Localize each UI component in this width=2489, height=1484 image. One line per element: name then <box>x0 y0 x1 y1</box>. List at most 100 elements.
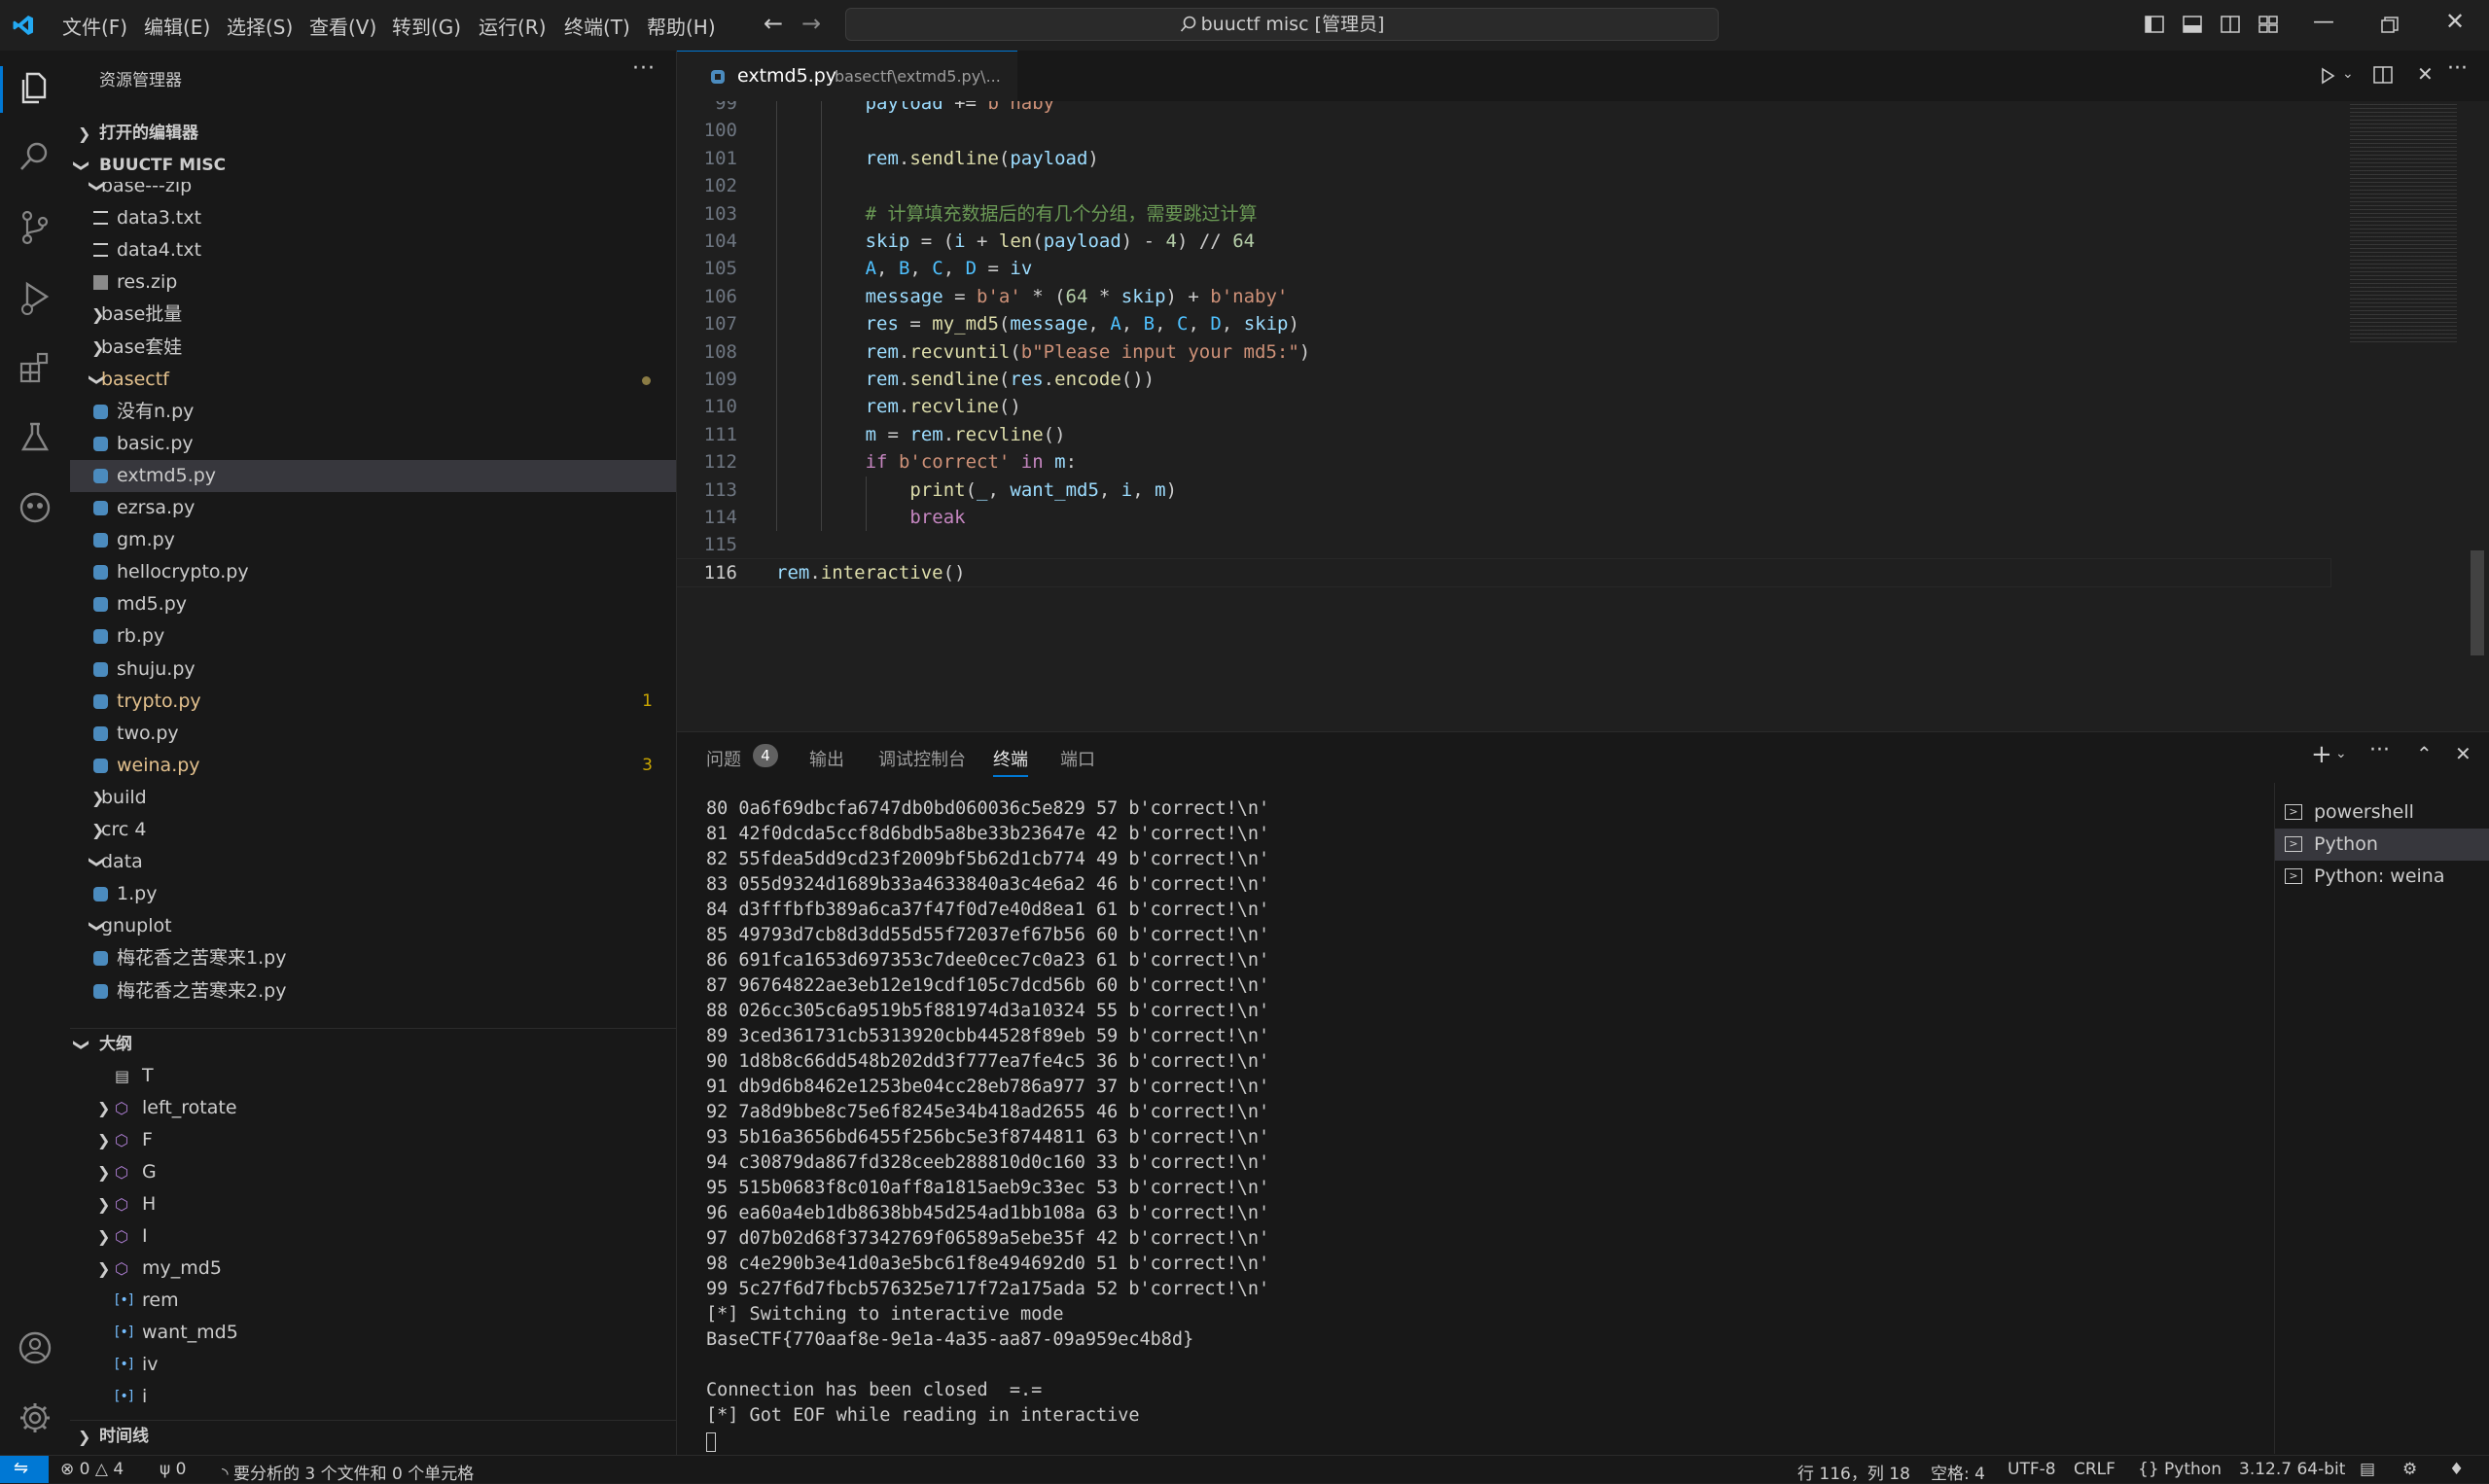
tree-item[interactable]: 1.py <box>70 878 676 910</box>
panel-more-actions-icon[interactable]: ··· <box>2369 738 2390 762</box>
terminal-instance[interactable]: > Python: weina <box>2275 861 2489 893</box>
tree-item[interactable]: ❯ crc 4 <box>70 814 676 846</box>
tree-item[interactable]: 梅花香之苦寒来1.py <box>70 942 676 974</box>
outline-item[interactable]: ❯ ⬡ G <box>70 1156 676 1188</box>
settings-gear-icon[interactable] <box>14 1396 56 1439</box>
tree-item[interactable]: rb.py <box>70 620 676 653</box>
tab-ports[interactable]: 端口 <box>1060 746 1095 771</box>
tab-problems[interactable]: 问题 <box>706 746 741 771</box>
explorer-icon[interactable] <box>14 66 56 109</box>
run-file-icon[interactable] <box>2319 67 2336 85</box>
menu-view[interactable]: 查看(V) <box>309 12 376 40</box>
code-editor[interactable]: 99 payload += b'naby' 100 101 rem.sendline(p… <box>677 101 2489 731</box>
remote-explorer-icon[interactable] <box>14 486 56 529</box>
outline-item[interactable]: ❯ ⬡ H <box>70 1188 676 1220</box>
restore-icon[interactable] <box>2381 17 2399 34</box>
tree-item[interactable]: gm.py <box>70 524 676 556</box>
open-editors-section[interactable]: ❯ 打开的编辑器 <box>70 118 676 150</box>
outline-item[interactable]: [•] i <box>70 1381 676 1410</box>
tree-item[interactable]: two.py <box>70 718 676 750</box>
timeline-section[interactable]: ❯ 时间线 <box>70 1420 676 1453</box>
toggle-primary-sidebar-icon[interactable] <box>2145 16 2164 33</box>
outline-item[interactable]: [•] rem <box>70 1285 676 1317</box>
tree-item[interactable]: ❯ base---zip <box>70 182 676 202</box>
menu-edit[interactable]: 编辑(E) <box>144 12 210 40</box>
tree-item[interactable]: ❯ base套娃 <box>70 332 676 364</box>
tab-extmd5[interactable]: extmd5.py basectf\extmd5.py\... <box>677 51 1017 101</box>
source-control-icon[interactable] <box>14 206 56 249</box>
tab-terminal[interactable]: 终端 <box>993 746 1028 771</box>
extensions-icon[interactable] <box>14 346 56 389</box>
menu-file[interactable]: 文件(F) <box>62 12 127 40</box>
editor-more-actions-icon[interactable]: ··· <box>2447 56 2468 81</box>
outline-item[interactable]: ▤ T <box>70 1060 676 1092</box>
analysis-status[interactable]: ◝ 要分析的 3 个文件和 0 个单元格 <box>222 1460 474 1484</box>
search-view-icon[interactable] <box>14 136 56 179</box>
editor-scrollbar[interactable] <box>2471 550 2484 655</box>
tree-item[interactable]: weina.py 3 <box>70 750 676 782</box>
tree-item[interactable]: ❯ gnuplot <box>70 910 676 942</box>
interpreter-status[interactable]: 3.12.7 64-bit <box>2239 1460 2345 1479</box>
outline-item[interactable]: ❯ ⬡ F <box>70 1124 676 1156</box>
run-dropdown-chevron-icon[interactable]: ⌄ <box>2342 66 2354 82</box>
tree-item[interactable]: trypto.py 1 <box>70 686 676 718</box>
new-terminal-icon[interactable]: + <box>2311 740 2332 769</box>
more-actions-icon[interactable]: ··· <box>632 56 656 81</box>
notebook-icon[interactable]: ▤ <box>2360 1460 2375 1479</box>
tree-item[interactable]: 没有n.py <box>70 396 676 428</box>
outline-section[interactable]: ❯ 大纲 <box>70 1028 676 1061</box>
command-center-search[interactable]: buuctf misc [管理员] <box>845 8 1719 41</box>
notifications-bell-icon[interactable]: ♦ <box>2449 1460 2464 1479</box>
language-status[interactable]: {} Python <box>2138 1460 2222 1479</box>
menu-selection[interactable]: 选择(S) <box>227 12 293 40</box>
outline-item[interactable]: ❯ ⬡ I <box>70 1220 676 1253</box>
tree-item[interactable]: data4.txt <box>70 234 676 266</box>
cursor-position[interactable]: 行 116，列 18 <box>1797 1460 1910 1484</box>
tree-item[interactable]: ❯ build <box>70 782 676 814</box>
remote-indicator[interactable]: ⇋ <box>0 1456 49 1483</box>
menu-run[interactable]: 运行(R) <box>479 12 547 40</box>
accounts-icon[interactable] <box>14 1326 56 1369</box>
tree-item[interactable]: shuju.py <box>70 654 676 686</box>
toggle-panel-icon[interactable] <box>2183 16 2202 33</box>
testing-flask-icon[interactable] <box>14 416 56 459</box>
tree-item[interactable]: ❯ base批量 <box>70 299 676 331</box>
close-panel-icon[interactable]: ✕ <box>2455 742 2471 765</box>
terminal-dropdown-chevron-icon[interactable]: ⌄ <box>2335 746 2347 761</box>
customize-layout-icon[interactable] <box>2258 16 2278 33</box>
outline-item[interactable]: ❯ ⬡ left_rotate <box>70 1092 676 1124</box>
outline-item[interactable]: [•] want_md5 <box>70 1317 676 1349</box>
tree-item[interactable]: 梅花香之苦寒来2.py <box>70 975 676 1007</box>
tree-item[interactable]: md5.py <box>70 588 676 620</box>
copilot-icon[interactable]: ⚙ <box>2402 1460 2417 1479</box>
tree-item[interactable]: data3.txt <box>70 202 676 234</box>
tree-item[interactable]: basic.py <box>70 428 676 460</box>
forward-arrow-icon[interactable]: → <box>801 10 821 37</box>
menu-goto[interactable]: 转到(G) <box>392 12 461 40</box>
errors-status[interactable]: ⊗ 0 △ 4 <box>60 1460 124 1479</box>
encoding-status[interactable]: UTF-8 <box>2008 1460 2056 1479</box>
terminal-output[interactable]: 80 0a6f69dbcfa6747db0bd060036c5e829 57 b… <box>706 796 2243 1456</box>
minimap[interactable] <box>2350 101 2457 344</box>
close-window-icon[interactable]: ✕ <box>2445 8 2465 35</box>
indentation-status[interactable]: 空格: 4 <box>1931 1460 1985 1484</box>
tree-item[interactable]: res.zip <box>70 266 676 299</box>
menu-terminal[interactable]: 终端(T) <box>564 12 630 40</box>
maximize-panel-chevron-icon[interactable]: ⌃ <box>2416 742 2433 765</box>
tree-item[interactable]: hellocrypto.py <box>70 556 676 588</box>
eol-status[interactable]: CRLF <box>2074 1460 2116 1479</box>
tab-debug-console[interactable]: 调试控制台 <box>878 746 966 771</box>
tree-item[interactable]: ❯ basectf <box>70 364 676 396</box>
menu-help[interactable]: 帮助(H) <box>647 12 716 40</box>
back-arrow-icon[interactable]: ← <box>764 10 783 37</box>
tree-item[interactable]: extmd5.py <box>70 459 676 492</box>
close-editor-icon[interactable]: ✕ <box>2417 62 2434 86</box>
ports-status[interactable]: ψ 0 <box>160 1460 186 1479</box>
terminal-instance[interactable]: > powershell <box>2275 796 2489 829</box>
outline-item[interactable]: [•] iv <box>70 1349 676 1381</box>
outline-item[interactable]: ❯ ⬡ my_md5 <box>70 1253 676 1285</box>
tree-item[interactable]: ezrsa.py <box>70 492 676 524</box>
tab-output[interactable]: 输出 <box>809 746 844 771</box>
split-editor-icon[interactable] <box>2373 66 2393 84</box>
tree-item[interactable]: ❯ data <box>70 846 676 878</box>
